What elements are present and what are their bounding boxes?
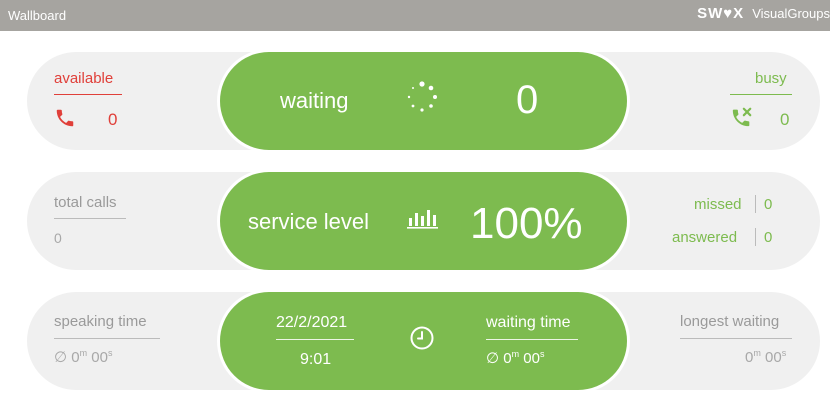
speaking-time-divider [54,338,160,339]
current-time: 9:01 [300,351,332,368]
waiting-time-value: ∅ 0m 00s [486,349,545,367]
phone-icon [54,107,76,134]
longest-waiting-label: longest waiting [680,313,780,330]
service-level-label: service level [248,209,370,234]
total-calls-value: 0 [54,230,62,246]
service-level-pill: service level 100% [220,172,627,270]
total-calls-divider [54,218,126,219]
busy-divider [730,94,792,95]
busy-value: 0 [780,110,790,129]
total-calls-label: total calls [54,194,117,211]
busy-label: busy [755,70,787,87]
available-label: available [54,70,114,87]
brand: SW♥X VisualGroups [697,5,830,22]
missed-value: 0 [764,196,773,213]
available-value: 0 [108,110,118,129]
speaking-time-value: ∅ 0m 00s [54,348,113,366]
service-level-value: 100% [470,199,583,248]
clock-icon [409,325,435,356]
available-divider [54,94,122,95]
date-divider [276,339,354,340]
answered-separator [755,228,756,246]
top-bar: Wallboard SW♥X VisualGroups [0,0,830,31]
waiting-pill: waiting 0 [220,52,627,150]
waiting-time-label: waiting time [486,314,571,331]
speaking-time-label: speaking time [54,313,147,330]
current-date: 22/2/2021 [276,314,348,331]
waiting-value: 0 [516,78,539,122]
date-time-pill: 22/2/2021 9:01 waiting time ∅ 0m 00s [220,292,627,390]
longest-waiting-value: 0m 00s [745,348,787,366]
app-title: Wallboard [8,8,67,23]
phone-busy-icon [730,106,754,133]
missed-label: missed [694,196,742,213]
waiting-time-divider [486,339,578,340]
answered-label: answered [672,229,738,246]
answered-value: 0 [764,229,773,246]
longest-waiting-divider [680,338,792,339]
brand-logo: SW♥X [697,5,745,22]
brand-name: VisualGroups [752,6,830,21]
spinner-icon [406,81,438,118]
missed-separator [755,195,756,213]
waiting-label: waiting [280,88,349,113]
bar-chart-icon [406,207,440,234]
